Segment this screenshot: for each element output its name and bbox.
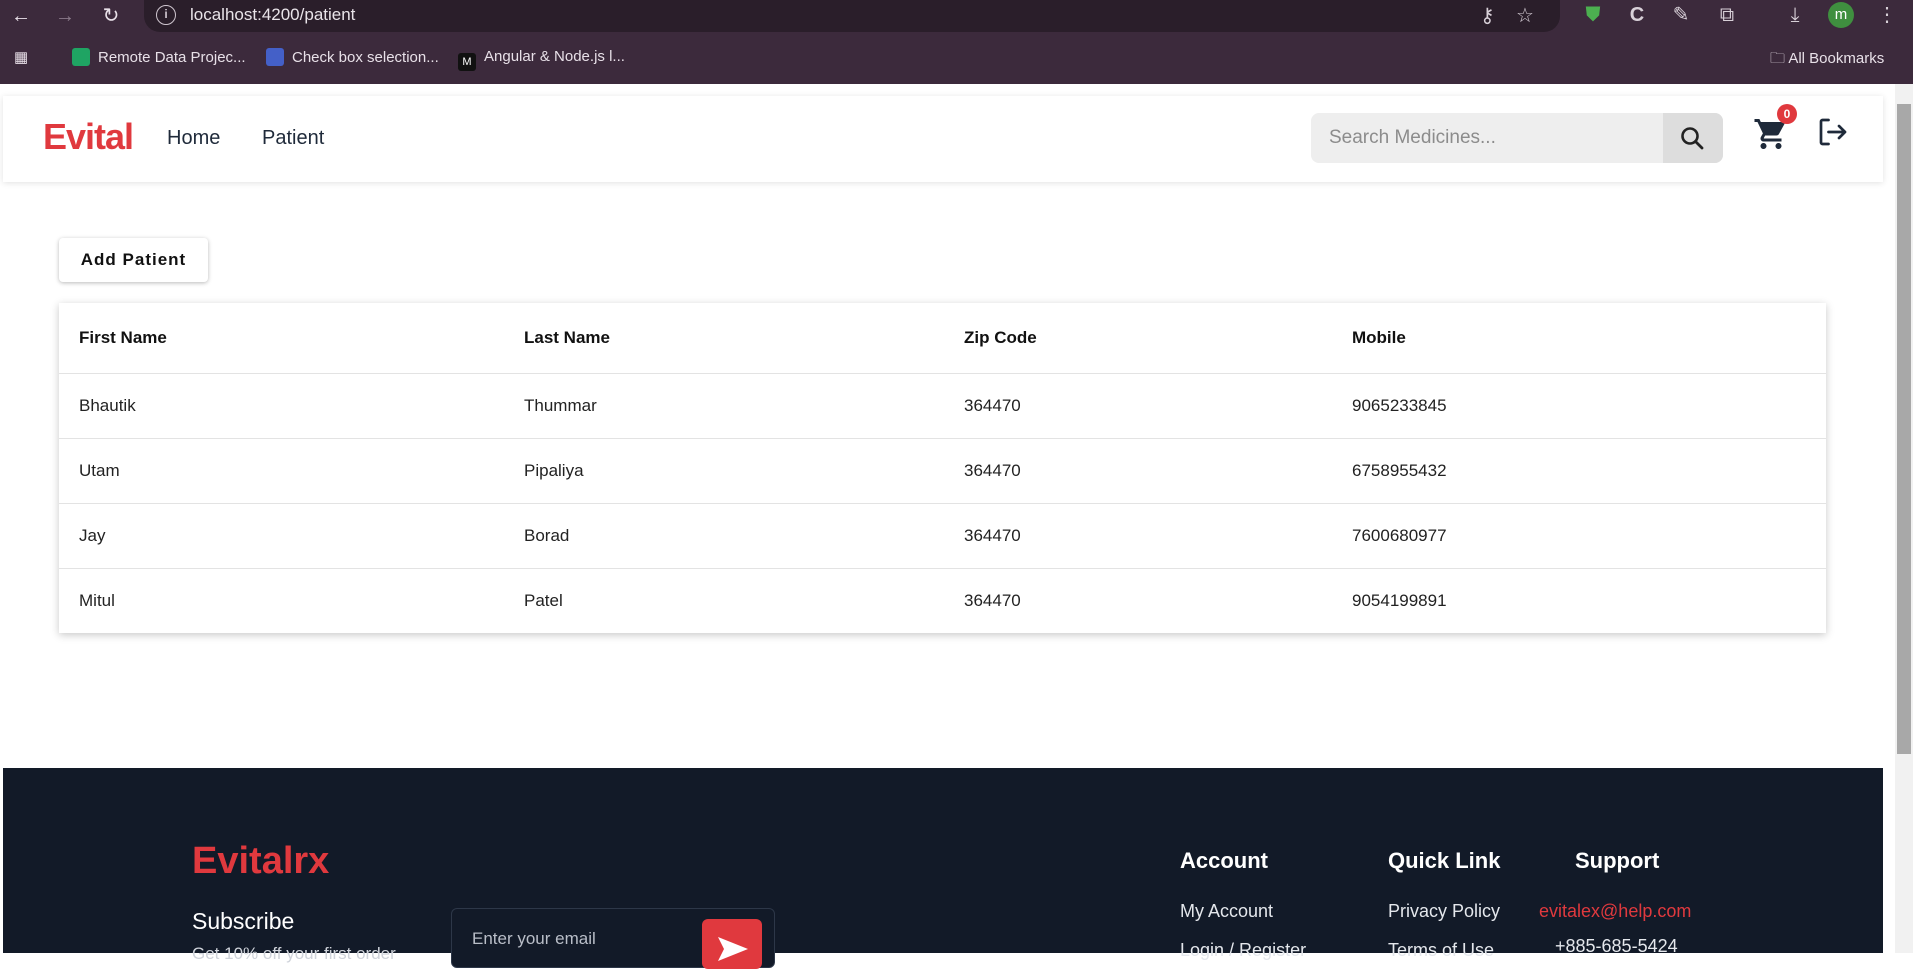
cell-first-name: Mitul [79,590,115,610]
eyedropper-extension-icon[interactable]: ✎ [1668,2,1694,28]
bookmark-item[interactable]: Check box selection... [266,48,439,66]
footer-account-heading: Account [1180,848,1268,873]
reload-icon[interactable]: ↻ [98,3,124,29]
all-bookmarks[interactable]: 🗀 All Bookmarks [1770,48,1884,73]
cell-first-name: Utam [59,438,504,504]
site-favicon-icon [266,48,284,66]
column-header-first-name[interactable]: First Name [59,303,504,374]
brand-logo[interactable]: Evital [43,116,134,158]
page-scrollbar-thumb[interactable] [1897,104,1911,754]
cell-last-name: Borad [504,503,944,569]
bookmarks-bar: ▦ Remote Data Projec... Check box select… [0,40,1913,76]
footer-link-my-account[interactable]: My Account [1180,901,1273,922]
back-arrow-icon[interactable]: ← [8,3,34,29]
footer-logo[interactable]: Evitalrx [192,840,329,883]
search-bar [1311,113,1723,163]
patient-table-card: First Name Last Name Zip Code Mobile Bha… [59,303,1826,633]
nav-patient[interactable]: Patient [262,127,324,150]
cell-mobile: 9065233845 [1332,373,1826,439]
sheets-icon [72,48,90,66]
table-row[interactable]: Bhautik Thummar 364470 9065233845 [59,373,1826,439]
profile-avatar[interactable]: m [1828,2,1854,28]
url-text[interactable]: localhost:4200/patient [190,5,355,25]
subscribe-title: Subscribe [192,908,295,934]
subscribe-email-input[interactable] [452,909,692,969]
cell-zip-code: 364470 [944,438,1332,504]
add-patient-button[interactable]: Add Patient [59,238,208,282]
folder-icon: 🗀 [1770,50,1789,67]
bookmark-item[interactable]: Remote Data Projec... [72,48,246,66]
column-header-mobile[interactable]: Mobile [1332,303,1826,374]
medium-icon: M [458,53,476,71]
patient-table: First Name Last Name Zip Code Mobile Bha… [59,303,1826,633]
cell-zip-code: 364470 [964,590,1021,610]
shield-extension-icon[interactable]: ⛊ [1580,2,1606,28]
subscribe-send-button[interactable] [702,919,762,969]
cell-last-name: Pipaliya [504,438,944,504]
nav-home[interactable]: Home [167,127,220,150]
cart-count-badge: 0 [1777,104,1797,124]
cell-mobile: 7600680977 [1332,503,1826,569]
cell-zip-code: 364470 [944,373,1332,439]
footer-support-heading: Support [1575,848,1660,873]
cell-zip-code: 364470 [944,503,1332,569]
site-info-icon[interactable]: i [156,5,176,25]
footer-quick-link-heading: Quick Link [1388,848,1501,873]
app-header: Evital Home Patient 0 [3,96,1883,182]
footer-support-email[interactable]: evitalex@help.com [1539,901,1691,922]
bookmark-star-icon[interactable]: ☆ [1516,3,1534,28]
table-header-row: First Name Last Name Zip Code Mobile [59,303,1826,374]
bookmark-item[interactable]: M Angular & Node.js l... [458,48,625,71]
subscribe-form [451,908,775,969]
search-icon [1681,127,1704,150]
subscribe-text: Get 10% off your first order [192,944,396,963]
password-key-icon[interactable]: ⚷ [1480,3,1495,28]
forward-arrow-icon[interactable]: → [52,3,78,29]
extensions-puzzle-icon[interactable]: ⧉ [1714,2,1740,28]
cell-mobile: 6758955432 [1332,438,1826,504]
search-button[interactable] [1663,113,1723,163]
logout-icon [1819,118,1847,146]
table-row[interactable]: Jay Borad 364470 7600680977 [59,503,1826,569]
menu-kebab-icon[interactable]: ⋮ [1874,2,1900,28]
table-row[interactable]: Mitul Patel 364470 9054199891 [59,568,1826,633]
logout-button[interactable] [1815,114,1851,150]
footer-link-privacy-policy[interactable]: Privacy Policy [1388,901,1500,922]
column-header-zip-code[interactable]: Zip Code [944,303,1332,374]
cell-mobile: 9054199891 [1352,590,1447,610]
download-icon[interactable]: ⤓ [1782,2,1808,28]
footer-link-login-register[interactable]: Login / Register [1180,940,1306,961]
cell-last-name: Thummar [504,373,944,439]
column-header-last-name[interactable]: Last Name [504,303,944,374]
browser-chrome: ← → ↻ i localhost:4200/patient ⚷ ☆ ⛊ C ✎… [0,0,1913,84]
table-row[interactable]: Utam Pipaliya 364470 6758955432 [59,438,1826,504]
footer: Evitalrx Subscribe Get 10% off your firs… [3,768,1883,969]
apps-grid-icon[interactable]: ▦ [14,48,28,66]
cell-last-name: Patel [524,590,563,610]
cell-first-name: Bhautik [59,373,504,439]
cookie-extension-icon[interactable]: C [1624,2,1650,28]
address-bar[interactable]: i localhost:4200/patient ⚷ ☆ [144,0,1560,32]
send-arrow-icon [718,937,748,961]
footer-support-phone: +885-685-5424 [1555,936,1678,956]
cell-first-name: Jay [59,503,504,569]
footer-link-terms-of-use[interactable]: Terms of Use [1388,940,1494,961]
search-input[interactable] [1311,113,1663,163]
